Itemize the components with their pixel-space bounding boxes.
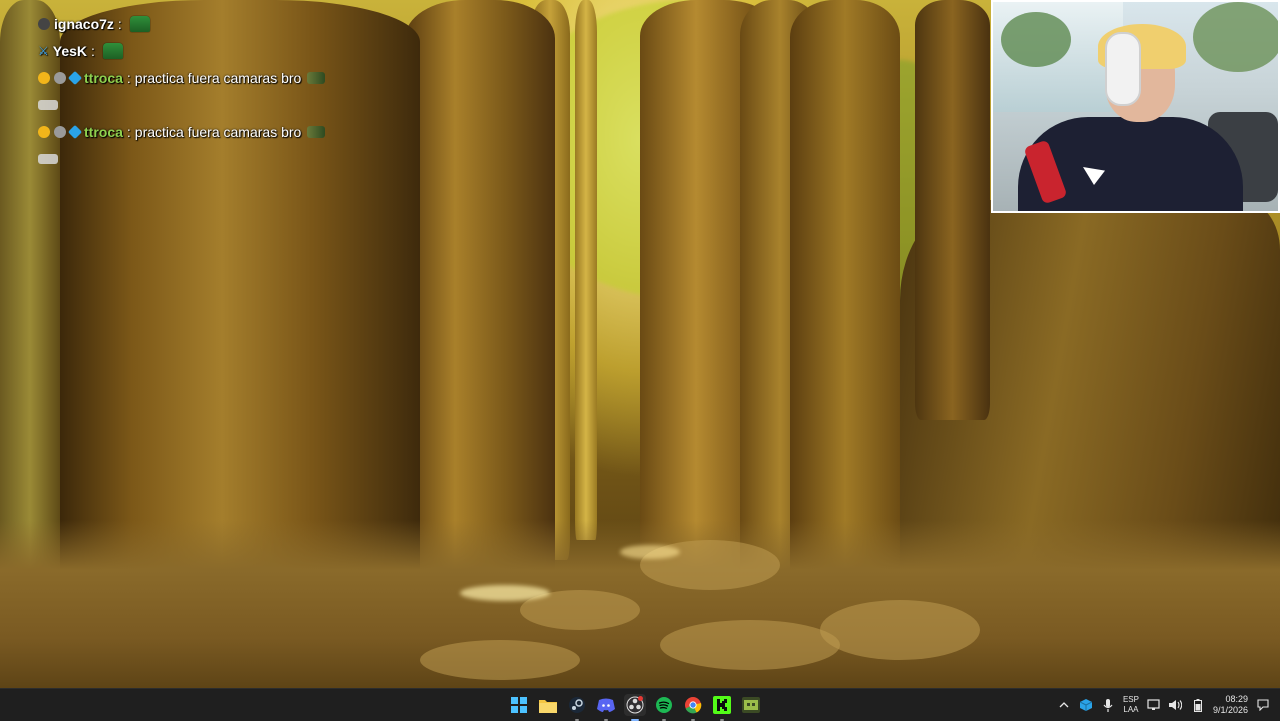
headphones-icon (1105, 32, 1141, 106)
steam-button[interactable] (566, 694, 588, 721)
start-button[interactable] (508, 694, 530, 716)
network-button[interactable] (1147, 698, 1161, 712)
steam-icon (569, 697, 585, 713)
game-button[interactable] (740, 694, 762, 716)
chat-message: ⚔ YesK: (38, 37, 368, 64)
chat-username: ignaco7z (54, 15, 114, 32)
webcam-overlay (991, 0, 1280, 213)
game-icon (742, 697, 760, 713)
chat-username: ttroca (84, 69, 123, 86)
taskbar-apps (508, 689, 762, 721)
grey-badge-icon (54, 71, 66, 84)
discord-icon (597, 698, 615, 712)
emote-icon (307, 125, 326, 138)
chat-username: ttroca (84, 123, 123, 140)
frog-emote-icon (102, 42, 123, 59)
sub-badge-icon (38, 71, 50, 84)
spotify-button[interactable] (653, 694, 675, 721)
keyboard-layout: LAA (1123, 705, 1139, 714)
language-code: ESP (1122, 695, 1139, 704)
clock-date: 9/1/2026 (1212, 705, 1248, 715)
webcam-background-tree (1001, 12, 1071, 67)
windows-icon (511, 697, 527, 713)
webcam-background-tree (1193, 2, 1278, 72)
taskbar: ESP LAA 08:29 9/1/2026 (0, 688, 1280, 721)
frog-emote-icon (129, 15, 150, 32)
chat-text: practica fuera camaras bro (134, 123, 302, 140)
chrome-button[interactable] (682, 694, 704, 721)
emote-icon (307, 71, 326, 84)
microphone-button[interactable] (1101, 698, 1115, 712)
obs-icon (626, 696, 644, 714)
speaker-icon (1169, 700, 1183, 710)
chat-text: practica fuera camaras bro (134, 69, 302, 86)
chat-separator: : (91, 42, 95, 59)
file-explorer-button[interactable] (537, 694, 559, 716)
obs-button[interactable] (624, 694, 646, 721)
show-hidden-icons-button[interactable] (1057, 698, 1071, 712)
clock[interactable]: 08:29 9/1/2026 (1213, 694, 1248, 716)
discord-button[interactable] (595, 694, 617, 721)
chat-message: ttroca: practica fuera camaras bro (38, 118, 368, 145)
sword-badge-icon: ⚔ (38, 43, 49, 58)
spotify-icon (656, 697, 672, 713)
notification-icon (1257, 699, 1269, 711)
chat-message: ttroca: practica fuera camaras bro (38, 64, 368, 91)
chat-separator: : (126, 69, 131, 86)
deleted-message-icon (38, 99, 58, 110)
microphone-icon (1103, 698, 1113, 712)
folder-icon (539, 699, 557, 713)
tray-app-button[interactable] (1079, 698, 1093, 712)
notifications-button[interactable] (1256, 698, 1270, 712)
chat-separator: : (126, 123, 131, 140)
system-tray: ESP LAA 08:29 9/1/2026 (1057, 689, 1280, 721)
chat-message (38, 91, 368, 118)
moderator-badge-icon (38, 17, 50, 30)
cube-badge-icon (67, 70, 83, 85)
deleted-message-icon (38, 153, 58, 164)
volume-button[interactable] (1169, 698, 1183, 712)
chat-message: ignaco7z: (38, 10, 368, 37)
chevron-up-icon (1059, 702, 1069, 708)
grey-badge-icon (54, 125, 66, 138)
language-indicator[interactable]: ESP LAA (1123, 695, 1139, 715)
battery-icon (1193, 698, 1202, 712)
kick-button[interactable] (711, 694, 733, 721)
network-icon (1147, 699, 1161, 710)
stream-chat-overlay: ignaco7z: ⚔ YesK: ttroca: practica fuera… (38, 10, 368, 172)
battery-button[interactable] (1191, 698, 1205, 712)
chat-message (38, 145, 368, 172)
cube-tray-icon (1079, 699, 1092, 711)
chrome-icon (685, 697, 702, 714)
cube-badge-icon (67, 124, 83, 139)
chat-separator: : (117, 15, 122, 32)
clock-time: 08:29 (1225, 694, 1248, 704)
chat-username: YesK (52, 42, 88, 59)
kick-icon (713, 696, 731, 714)
sub-badge-icon (38, 125, 50, 138)
